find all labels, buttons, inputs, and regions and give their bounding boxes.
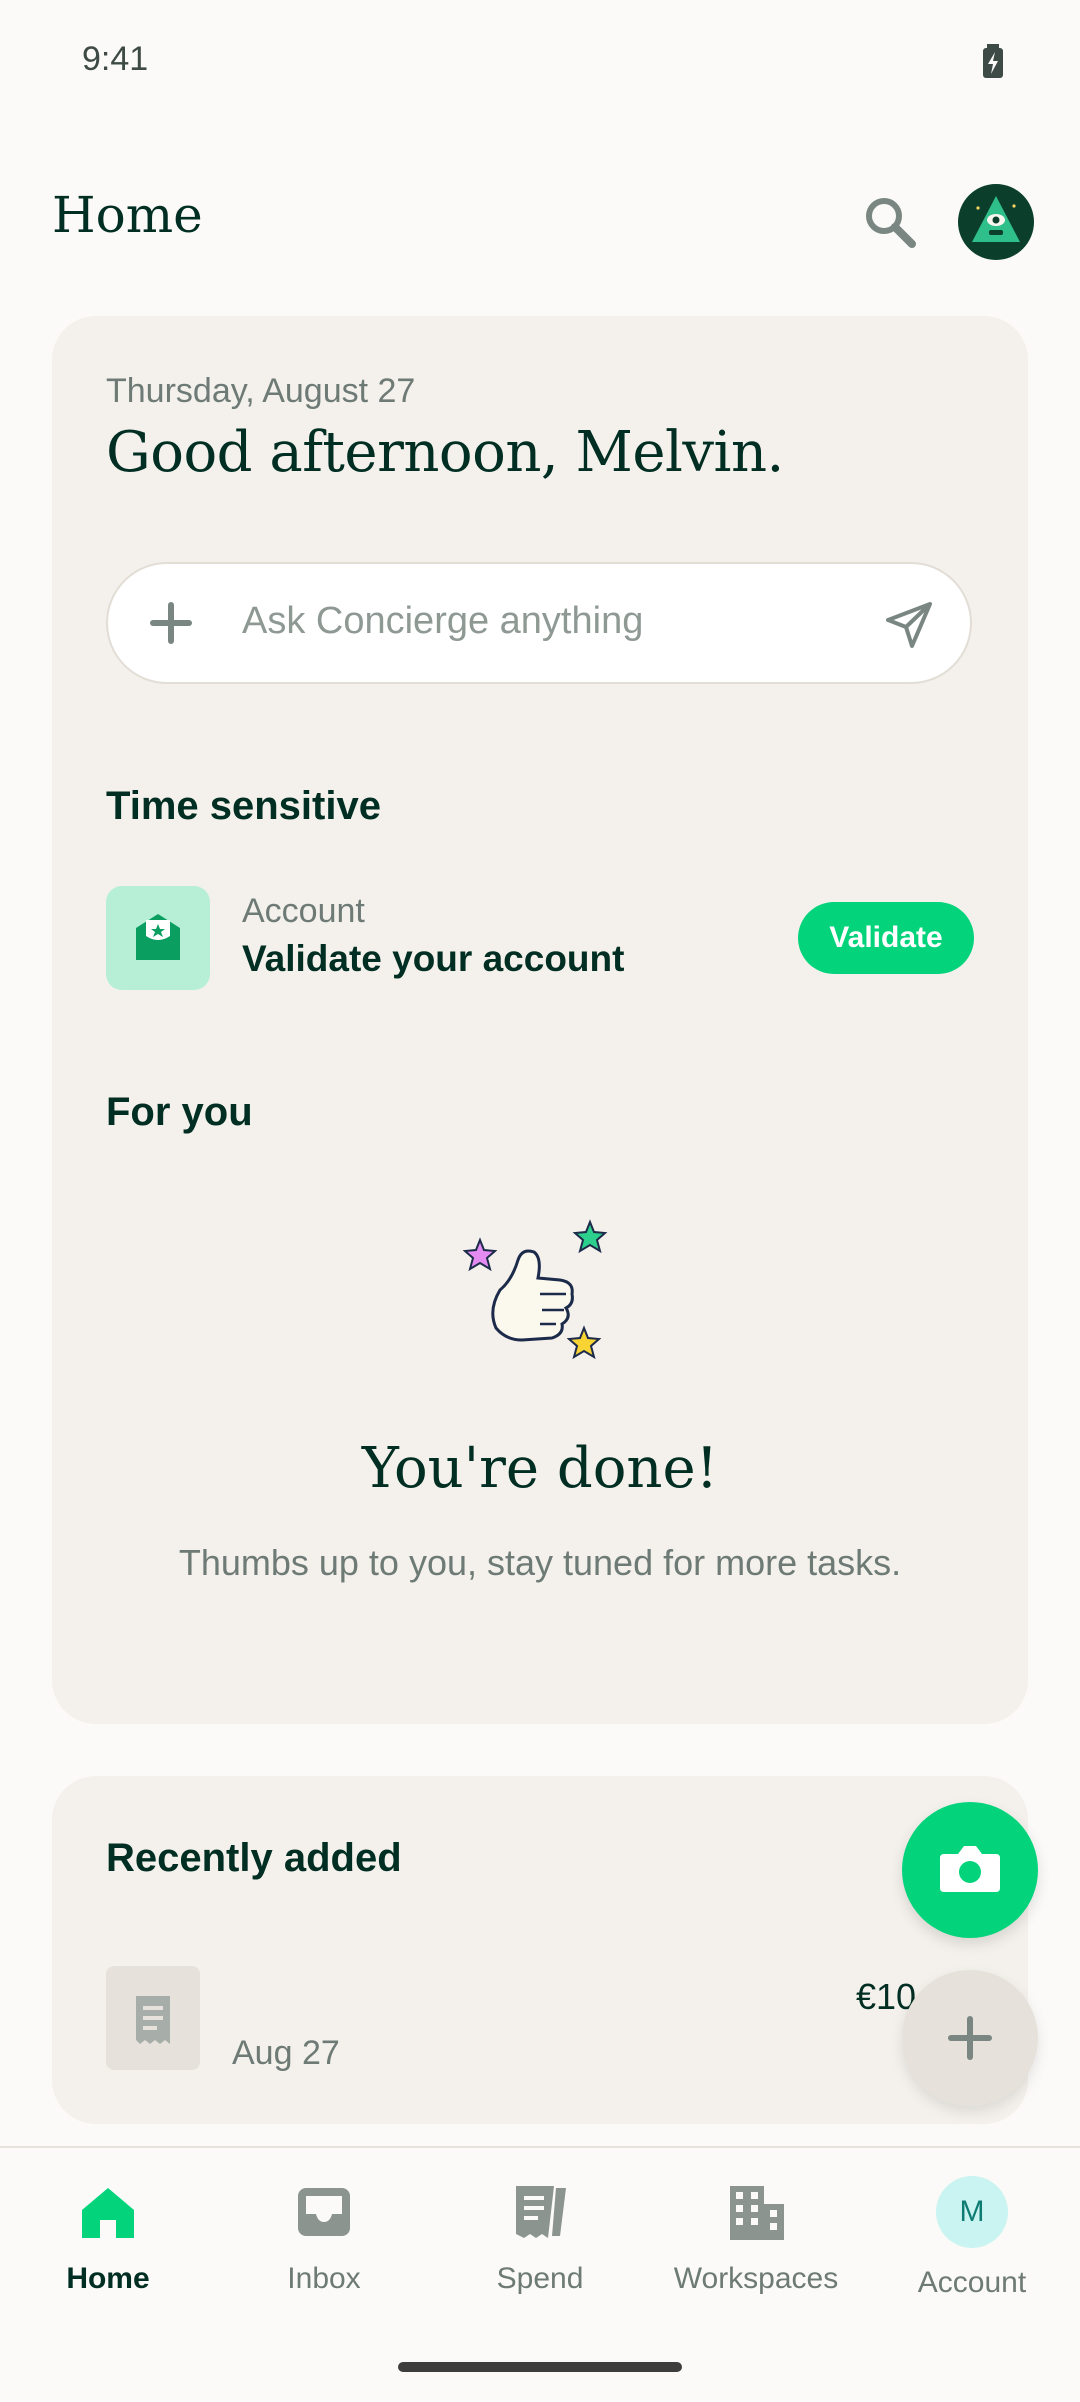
plus-icon <box>948 2016 992 2060</box>
nav-item-account[interactable]: M Account <box>864 2176 1080 2300</box>
account-task-icon-box <box>106 886 210 990</box>
receipt-thumbnail[interactable] <box>106 1966 200 2070</box>
thumbs-up-illustration-icon <box>462 1219 608 1360</box>
shield-envelope-icon <box>136 914 180 960</box>
nav-label-workspaces: Workspaces <box>673 2262 839 2295</box>
concierge-placeholder[interactable]: Ask Concierge anything <box>242 600 643 643</box>
greeting-card <box>52 316 1028 1724</box>
nav-label-home: Home <box>66 2262 150 2295</box>
page-title: Home <box>52 186 203 244</box>
building-icon <box>730 2186 784 2240</box>
user-avatar[interactable] <box>958 184 1034 260</box>
nav-label-account: Account <box>917 2266 1027 2299</box>
search-icon[interactable] <box>860 192 920 252</box>
account-avatar: M <box>936 2176 1008 2248</box>
nav-label-spend: Spend <box>496 2262 584 2295</box>
nav-item-home[interactable]: Home <box>0 2180 216 2296</box>
for-you-heading: For you <box>106 1090 253 1134</box>
camera-icon <box>940 1846 1000 1892</box>
add-icon[interactable] <box>146 598 196 648</box>
expense-date: Aug 27 <box>232 2034 340 2072</box>
current-date: Thursday, August 27 <box>106 372 416 410</box>
task-category: Account <box>242 892 365 930</box>
done-heading: You're done! <box>361 1436 719 1501</box>
status-time: 9:41 <box>82 40 149 78</box>
nav-item-workspaces[interactable]: Workspaces <box>648 2180 864 2296</box>
inbox-icon <box>298 2188 350 2236</box>
create-button[interactable] <box>902 1970 1038 2106</box>
greeting-heading: Good afternoon, Melvin. <box>106 420 784 485</box>
recently-added-heading: Recently added <box>106 1836 402 1880</box>
done-subtitle: Thumbs up to you, stay tuned for more ta… <box>178 1542 902 1583</box>
receipt-icon <box>516 2186 566 2238</box>
validate-button[interactable]: Validate <box>798 902 974 974</box>
scan-receipt-button[interactable] <box>902 1802 1038 1938</box>
battery-charging-icon <box>983 44 1003 78</box>
receipt-icon <box>136 1996 170 2044</box>
time-sensitive-heading: Time sensitive <box>106 784 381 828</box>
nav-item-spend[interactable]: Spend <box>432 2180 648 2296</box>
nav-label-inbox: Inbox <box>287 2262 361 2295</box>
send-icon[interactable] <box>884 600 934 650</box>
task-title: Validate your account <box>242 938 625 979</box>
recently-added-card <box>52 1776 1028 2124</box>
avatar-illustration-icon <box>972 196 1020 242</box>
home-icon <box>82 2188 134 2238</box>
nav-item-inbox[interactable]: Inbox <box>216 2180 432 2296</box>
home-indicator[interactable] <box>398 2362 682 2372</box>
